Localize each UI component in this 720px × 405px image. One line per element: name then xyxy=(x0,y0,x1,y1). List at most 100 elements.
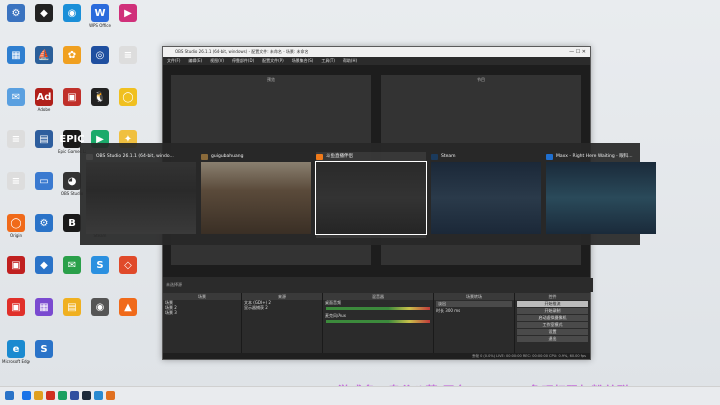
app-icon: ◎ xyxy=(91,46,109,64)
taskbar-app-icon[interactable] xyxy=(70,391,79,400)
desktop-icon[interactable]: ▦ xyxy=(30,298,58,317)
app-icon: ◇ xyxy=(119,256,137,274)
desktop-icon[interactable]: ✉ xyxy=(2,88,30,107)
app-icon: ▭ xyxy=(35,172,53,190)
app-icon: ◉ xyxy=(63,4,81,22)
desktop-icon[interactable]: ◆ xyxy=(30,4,58,23)
status-bar: 丢帧 0 (0.0%) LIVE: 00:00:00 REC: 00:00:00… xyxy=(163,353,590,359)
sources-header: 来源 xyxy=(242,293,322,300)
desktop-icon[interactable]: W WPS Office xyxy=(86,4,114,28)
taskbar-app-icon[interactable] xyxy=(34,391,43,400)
menu-item[interactable]: 场景集合(S) xyxy=(292,58,314,63)
app-icon: ◉ xyxy=(91,298,109,316)
app-icon: EPIC xyxy=(59,130,85,148)
app-icon: ≡ xyxy=(7,172,25,190)
desktop-icon[interactable]: ⚙ xyxy=(30,214,58,233)
menu-item[interactable]: 配置文件(P) xyxy=(262,58,284,63)
desktop-icon[interactable]: ▤ xyxy=(58,298,86,317)
control-button[interactable]: 设置 xyxy=(517,329,588,335)
switcher-window[interactable]: Steam xyxy=(431,152,541,238)
desktop-icon[interactable]: ▤ xyxy=(30,130,58,149)
no-source-text: 未选择源 xyxy=(166,282,182,287)
menu-item[interactable]: 工具(T) xyxy=(321,58,335,63)
desktop-icon[interactable]: ▣ xyxy=(58,88,86,107)
desktop-icon[interactable]: ▭ xyxy=(30,172,58,191)
window-controls[interactable]: — ☐ ✕ xyxy=(569,47,586,57)
transition-select[interactable]: 淡出 xyxy=(436,301,512,307)
menu-item[interactable]: 文件(F) xyxy=(167,58,180,63)
desktop-icon-label: Adobe xyxy=(37,107,51,112)
switcher-window[interactable]: guigubahuang xyxy=(201,152,311,238)
app-icon: e xyxy=(7,340,25,358)
desktop-icon[interactable]: ≡ xyxy=(2,172,30,191)
window-title: Maxx - Right Here Waiting - 眼科... xyxy=(556,154,633,159)
control-button[interactable]: 开始录制 xyxy=(517,308,588,314)
desktop-icon[interactable]: ◯ xyxy=(114,88,142,107)
desktop-icon[interactable]: ≡ xyxy=(2,130,30,149)
desktop-icon[interactable]: ✿ xyxy=(58,46,86,65)
app-icon: ✉ xyxy=(63,256,81,274)
audio-meter[interactable] xyxy=(326,320,430,323)
audio-meter[interactable] xyxy=(326,307,430,310)
scenes-dock: 场景 场景 场景 2 场景 3 xyxy=(163,293,242,357)
transition-dock: 场景转场 淡出 时长 300 ms xyxy=(434,293,515,357)
control-button[interactable]: 工作室模式 xyxy=(517,322,588,328)
desktop-icon[interactable]: ▦ xyxy=(2,46,30,65)
desktop-icon[interactable]: ⛵ xyxy=(30,46,58,65)
app-icon: ◕ xyxy=(63,172,81,190)
switcher-window[interactable]: OBS Studio 26.1.1 (64-bit, windo... xyxy=(86,152,196,238)
source-item[interactable]: 显示器捕获 2 xyxy=(242,305,322,310)
desktop-icon[interactable]: ◇ xyxy=(114,256,142,275)
desktop-icon[interactable]: ⚙ xyxy=(2,4,30,23)
window-title: Steam xyxy=(441,154,456,159)
desktop-icon[interactable]: ✉ xyxy=(58,256,86,275)
app-icon: ▦ xyxy=(7,46,25,64)
taskbar-app-icon[interactable] xyxy=(46,391,55,400)
taskbar-app-icon[interactable] xyxy=(58,391,67,400)
window-thumbnail[interactable] xyxy=(546,162,656,234)
taskbar-app-icon[interactable] xyxy=(106,391,115,400)
control-button[interactable]: 退出 xyxy=(517,336,588,342)
control-button[interactable]: 启动虚拟摄像机 xyxy=(517,315,588,321)
window-thumbnail[interactable] xyxy=(201,162,311,234)
window-app-icon xyxy=(316,154,323,160)
desktop-icon[interactable]: ▣ xyxy=(2,256,30,275)
taskbar-app-icon[interactable] xyxy=(22,391,31,400)
obs-titlebar[interactable]: OBS Studio 26.1.1 (64-bit, windows) - 配置… xyxy=(163,47,590,57)
desktop-icon[interactable]: ◆ xyxy=(30,256,58,275)
desktop-icon[interactable]: ◉ xyxy=(58,4,86,23)
desktop-icon[interactable]: ▲ xyxy=(114,298,142,317)
desktop-icon[interactable]: 🐧 xyxy=(86,88,114,107)
desktop-icon[interactable]: ▣ xyxy=(2,298,30,317)
app-icon: ◆ xyxy=(35,256,53,274)
control-button[interactable]: 开始推流 xyxy=(517,301,588,307)
scene-item[interactable]: 场景 3 xyxy=(163,310,241,315)
window-thumbnail[interactable] xyxy=(86,162,196,234)
desktop-icon[interactable]: S xyxy=(86,256,114,275)
desktop-icon[interactable]: e Microsoft Edge xyxy=(2,340,30,364)
mixer-dock: 混音器 桌面音频 麦克风/Aux xyxy=(323,293,434,357)
duration-input[interactable]: 300 ms xyxy=(445,308,460,313)
desktop-icon[interactable]: ◎ xyxy=(86,46,114,65)
menu-item[interactable]: 停靠部件(D) xyxy=(232,58,254,63)
menu-item[interactable]: 编辑(E) xyxy=(188,58,202,63)
window-thumbnail[interactable] xyxy=(431,162,541,234)
window-thumbnail[interactable] xyxy=(315,161,427,235)
switcher-window[interactable]: 斗鱼直播伴侣 xyxy=(315,152,427,238)
obs-menubar[interactable]: 文件(F) 编辑(E) 视图(V) 停靠部件(D) 配置文件(P) 场景集合(S) 工具(T… xyxy=(163,57,590,65)
menu-item[interactable]: 视图(V) xyxy=(210,58,224,63)
taskbar-app-icon[interactable] xyxy=(94,391,103,400)
window-title: guigubahuang xyxy=(211,154,244,159)
desktop-icon[interactable]: ≡ xyxy=(114,46,142,65)
desktop-icon[interactable]: Ad Adobe xyxy=(30,88,58,112)
desktop-icon[interactable]: ◯ Origin xyxy=(2,214,30,238)
start-icon[interactable] xyxy=(5,391,14,400)
window-title: OBS Studio 26.1.1 (64-bit, windo... xyxy=(96,154,174,159)
taskbar-app-icon[interactable] xyxy=(82,391,91,400)
switcher-window[interactable]: Maxx - Right Here Waiting - 眼科... xyxy=(546,152,656,238)
desktop-icon[interactable]: ▶ xyxy=(114,4,142,23)
menu-item[interactable]: 帮助(H) xyxy=(343,58,357,63)
desktop-icon[interactable]: ◉ xyxy=(86,298,114,317)
app-icon: S xyxy=(91,256,109,274)
desktop-icon[interactable]: S xyxy=(30,340,58,359)
